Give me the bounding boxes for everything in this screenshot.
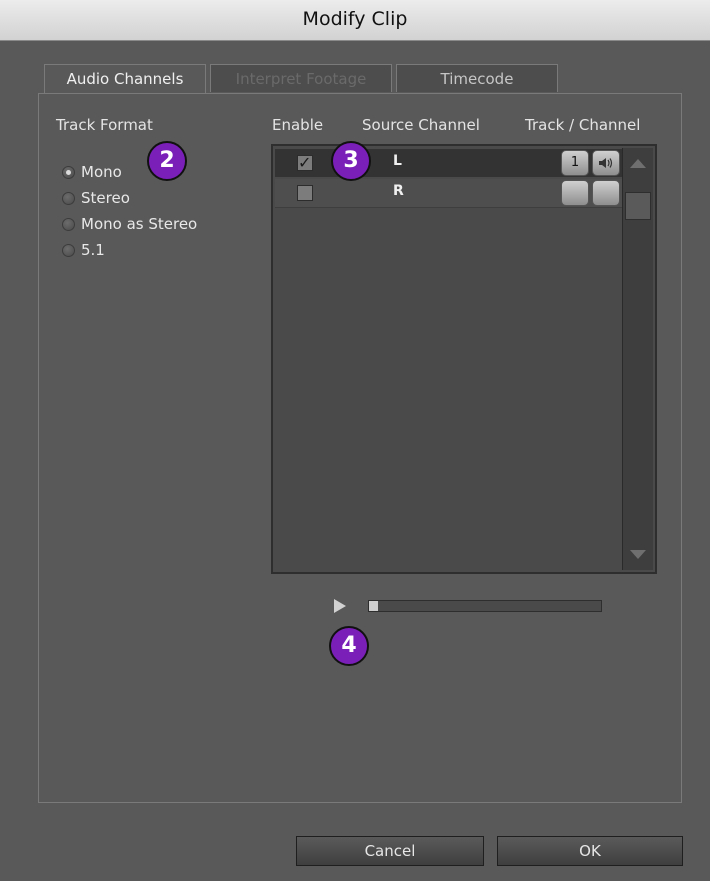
radio-stereo[interactable]: Stereo [62, 188, 130, 208]
track-number-button[interactable] [561, 180, 589, 206]
tab-timecode[interactable]: Timecode [396, 64, 558, 92]
window-title: Modify Clip [302, 8, 408, 30]
scroll-down-icon[interactable] [630, 550, 646, 559]
radio-label: Mono [81, 163, 122, 181]
scroll-up-icon[interactable] [630, 159, 646, 168]
enable-checkbox[interactable]: ✓ [297, 153, 313, 172]
scrollbar-thumb[interactable] [625, 192, 651, 220]
speaker-icon-button[interactable] [592, 150, 620, 176]
cancel-button[interactable]: Cancel [296, 836, 484, 866]
radio-5-1[interactable]: 5.1 [62, 240, 105, 260]
radio-button[interactable] [62, 243, 75, 257]
radio-label: 5.1 [81, 241, 105, 259]
ok-button[interactable]: OK [497, 836, 683, 866]
column-header-track-channel: Track / Channel [525, 116, 641, 134]
progress-fill [369, 601, 379, 611]
source-channel-label: R [393, 183, 404, 199]
checkmark-icon: ✓ [298, 153, 312, 172]
column-header-source-channel: Source Channel [362, 116, 480, 134]
enable-checkbox[interactable] [297, 185, 313, 201]
track-channel-button[interactable] [592, 180, 620, 206]
radio-mono[interactable]: Mono [62, 162, 122, 182]
radio-button[interactable] [62, 191, 75, 205]
channel-list: ✓ L 1 R [271, 144, 657, 574]
radio-button[interactable] [62, 165, 75, 179]
radio-label: Stereo [81, 189, 130, 207]
callout-badge-2: 2 [147, 141, 187, 181]
callout-badge-4: 4 [329, 626, 369, 666]
modify-clip-dialog: Modify Clip Audio Channels Interpret Foo… [0, 0, 710, 881]
tab-audio-channels[interactable]: Audio Channels [44, 64, 206, 94]
column-header-enable: Enable [272, 116, 324, 134]
source-channel-label: L [393, 153, 402, 169]
radio-mono-as-stereo[interactable]: Mono as Stereo [62, 214, 197, 234]
playback-progress-bar[interactable] [368, 600, 602, 612]
callout-badge-3: 3 [331, 141, 371, 181]
track-number-button[interactable]: 1 [561, 150, 589, 176]
track-format-heading: Track Format [56, 116, 153, 134]
play-icon[interactable] [334, 599, 346, 613]
channel-row[interactable]: R [275, 179, 625, 208]
radio-label: Mono as Stereo [81, 215, 198, 233]
tab-interpret-footage: Interpret Footage [210, 64, 392, 92]
title-bar: Modify Clip [0, 0, 710, 41]
radio-button[interactable] [62, 217, 75, 231]
vertical-scrollbar[interactable] [622, 148, 653, 570]
channel-row[interactable]: ✓ L 1 [275, 149, 625, 177]
speaker-icon [599, 158, 613, 168]
